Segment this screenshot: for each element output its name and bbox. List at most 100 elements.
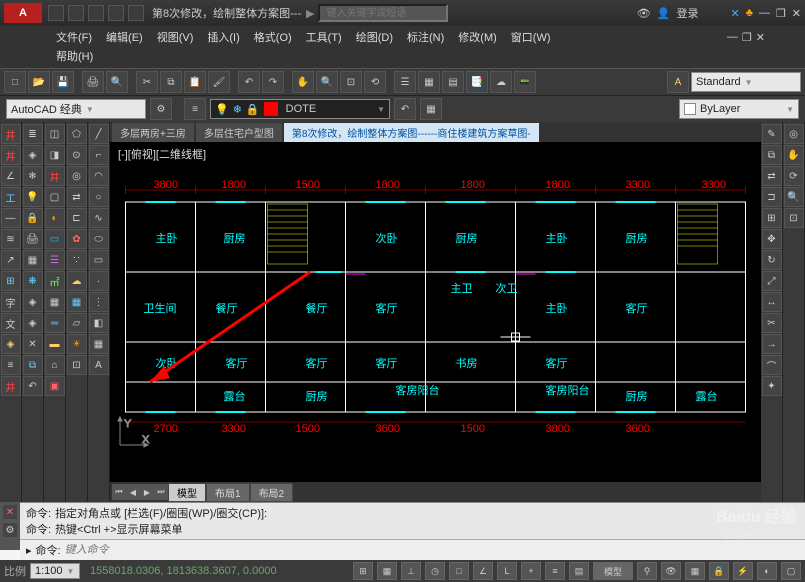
menu-edit[interactable]: 编辑(E) <box>100 27 149 47</box>
extend-icon[interactable]: → <box>762 334 782 354</box>
properties-icon[interactable]: ☰ <box>394 71 416 93</box>
m2-icon[interactable]: ㎡ <box>45 271 65 291</box>
doc-minimize-icon[interactable]: — <box>727 31 738 44</box>
text-zi-icon[interactable]: 字 <box>1 292 21 312</box>
wall2-icon[interactable]: ▢ <box>45 187 65 207</box>
arrow-icon[interactable]: ↗ <box>1 250 21 270</box>
menu-file[interactable]: 文件(F) <box>50 27 98 47</box>
exchange-icon[interactable]: ✕ <box>730 7 739 20</box>
hatch2-icon[interactable]: 井 <box>1 376 21 396</box>
layer-iso-icon[interactable]: ◈ <box>23 145 43 165</box>
gear2-icon[interactable]: ❋ <box>23 271 43 291</box>
menu-insert[interactable]: 插入(I) <box>201 27 245 47</box>
line2-icon[interactable]: ╱ <box>89 124 109 144</box>
qat-save-icon[interactable] <box>88 5 104 21</box>
erase2-icon[interactable]: ✎ <box>762 124 782 144</box>
layer-match-icon[interactable]: ▦ <box>23 250 43 270</box>
lwt-icon[interactable]: ≡ <box>545 562 565 580</box>
scale-icon[interactable]: ⤢ <box>762 271 782 291</box>
qat-new-icon[interactable] <box>48 5 64 21</box>
menu-dimension[interactable]: 标注(N) <box>401 27 450 47</box>
copy-icon[interactable]: ⧉ <box>160 71 182 93</box>
cmd-history-icon[interactable]: ▸ <box>26 544 32 557</box>
mirror-icon[interactable]: ⇄ <box>762 166 782 186</box>
stair-icon[interactable]: ☰ <box>45 250 65 270</box>
isolate-icon[interactable]: ◐ <box>757 562 777 580</box>
cube3d-icon[interactable]: ◈ <box>1 334 21 354</box>
dim-style-icon[interactable]: A <box>667 71 689 93</box>
circle-dot-icon[interactable]: ⊙ <box>67 145 87 165</box>
layer-icon[interactable]: ≡ <box>184 98 206 120</box>
circle-icon[interactable]: ○ <box>89 187 109 207</box>
sun-icon[interactable]: ☀ <box>67 334 87 354</box>
redo-icon[interactable]: ↷ <box>262 71 284 93</box>
command-input[interactable] <box>65 544 799 556</box>
tab-last-icon[interactable]: ⏭ <box>154 484 168 500</box>
copy2-icon[interactable]: ⧉ <box>762 145 782 165</box>
flower-icon[interactable]: ✿ <box>67 229 87 249</box>
grid2-icon[interactable]: 井 <box>45 166 65 186</box>
beam-icon[interactable]: ═ <box>45 313 65 333</box>
tab-prev-icon[interactable]: ◀ <box>126 484 140 500</box>
ortho-icon[interactable]: ⊥ <box>401 562 421 580</box>
qat-open-icon[interactable] <box>68 5 84 21</box>
pentagon-icon[interactable]: ⬠ <box>67 124 87 144</box>
match-icon[interactable]: 🖌 <box>208 71 230 93</box>
pline-icon[interactable]: ⌐ <box>89 145 109 165</box>
design-center-icon[interactable]: ▦ <box>418 71 440 93</box>
steering-icon[interactable]: ◎ <box>784 124 804 144</box>
model-button[interactable]: 模型 <box>593 562 633 580</box>
move-icon[interactable]: ✥ <box>762 229 782 249</box>
menu-draw[interactable]: 绘图(D) <box>350 27 399 47</box>
zoom-window-icon[interactable]: ⊡ <box>340 71 362 93</box>
layer-stack-icon[interactable]: ≣ <box>23 124 43 144</box>
open-icon[interactable]: 📂 <box>28 71 50 93</box>
hatch-pattern-icon[interactable]: ▦ <box>67 292 87 312</box>
ucs-icon[interactable]: YX <box>116 413 152 452</box>
ellipse-icon[interactable]: ⬭ <box>89 229 109 249</box>
print-icon[interactable]: 🖨 <box>82 71 104 93</box>
calc-icon[interactable]: 📟 <box>514 71 536 93</box>
layer-lock-icon[interactable]: 🔒 <box>23 208 43 228</box>
cut-icon[interactable]: ✂ <box>136 71 158 93</box>
binoculars-icon[interactable]: 👁 <box>637 7 651 20</box>
viewport-label[interactable]: [-][俯视][二维线框] <box>116 146 208 162</box>
user-icon[interactable]: 👤 <box>657 7 671 20</box>
swap-icon[interactable]: ⇄ <box>67 187 87 207</box>
markup-icon[interactable]: ☁ <box>490 71 512 93</box>
rect2-icon[interactable]: ▭ <box>89 250 109 270</box>
layout-tab-1[interactable]: 布局1 <box>206 483 250 502</box>
ducs-icon[interactable]: L <box>497 562 517 580</box>
zoom-previous-icon[interactable]: ⟲ <box>364 71 386 93</box>
qat-redo-icon[interactable] <box>128 5 144 21</box>
lock-ui-icon[interactable]: 🔒 <box>709 562 729 580</box>
login-link[interactable]: 登录 <box>676 5 698 21</box>
menu-window[interactable]: 窗口(W) <box>505 27 557 47</box>
layer-states-icon[interactable]: ▦ <box>420 98 442 120</box>
otrack-icon[interactable]: ∠ <box>473 562 493 580</box>
fillet-icon[interactable]: ⌒ <box>762 355 782 375</box>
clean-icon[interactable]: ▢ <box>781 562 801 580</box>
cmd-options-icon[interactable]: ⚙ <box>2 522 18 538</box>
scale-dropdown[interactable]: 1:100▼ <box>30 563 80 579</box>
layer-previous-icon[interactable]: ↶ <box>394 98 416 120</box>
undo-icon[interactable]: ↶ <box>238 71 260 93</box>
mtext-icon[interactable]: A <box>89 355 109 375</box>
layer-tool-icon[interactable]: ≡ <box>1 355 21 375</box>
menu-modify[interactable]: 修改(M) <box>452 27 503 47</box>
drawing-tab-2[interactable]: 多层住宅户型图 <box>196 123 282 142</box>
qat-undo-icon[interactable] <box>108 5 124 21</box>
section-icon[interactable]: ⊡ <box>67 355 87 375</box>
grid-icon[interactable]: 井 <box>1 124 21 144</box>
layer-delete-icon[interactable]: ✕ <box>23 334 43 354</box>
ws-switch-icon[interactable]: ▦ <box>685 562 705 580</box>
angle-icon[interactable]: ∠ <box>1 166 21 186</box>
osnap-icon[interactable]: □ <box>449 562 469 580</box>
layer-merge-icon[interactable]: ⧉ <box>23 355 43 375</box>
arc-icon[interactable]: ◠ <box>89 166 109 186</box>
layer-plot-icon[interactable]: 🖨 <box>23 229 43 249</box>
doc-restore-icon[interactable]: ❐ <box>742 31 752 44</box>
cloud-icon[interactable]: ☁ <box>67 271 87 291</box>
snap-icon[interactable]: ⊞ <box>353 562 373 580</box>
help-icon[interactable]: ♣ <box>746 7 753 19</box>
